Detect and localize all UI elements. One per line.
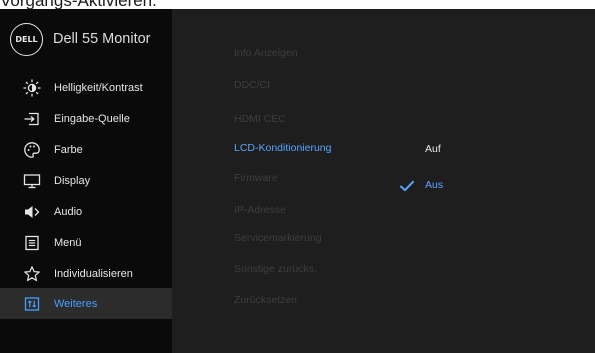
submenu-item-hdmi-cec[interactable]: HDMI CEC xyxy=(234,113,286,125)
color-palette-icon xyxy=(22,140,42,160)
sidebar-item-input-source[interactable]: Eingabe-Quelle xyxy=(0,103,172,134)
checkmark-icon xyxy=(398,177,416,195)
sidebar-item-label: Farbe xyxy=(54,143,83,156)
sidebar-item-label: Eingabe-Quelle xyxy=(54,112,130,125)
display-monitor-icon xyxy=(22,171,42,191)
star-icon xyxy=(22,264,42,284)
option-off[interactable]: Aus xyxy=(425,179,443,191)
sidebar-item-label: Individualisieren xyxy=(54,267,133,280)
sidebar-item-label: Helligkeit/Kontrast xyxy=(54,81,143,94)
sidebar-item-audio[interactable]: Audio xyxy=(0,196,172,227)
sidebar-item-label: Display xyxy=(54,174,91,187)
dell-logo: DELL xyxy=(10,22,43,56)
sidebar-item-menu[interactable]: Menü xyxy=(0,227,172,258)
sidebar-item-label: Menü xyxy=(54,236,82,249)
submenu-item-info[interactable]: Info Anzeigen xyxy=(234,47,298,59)
sidebar-item-brightness-contrast[interactable]: Helligkeit/Kontrast xyxy=(0,72,172,103)
submenu-item-lcd-conditioning[interactable]: LCD-Konditionierung xyxy=(234,142,331,154)
brand-header: DELL Dell 55 Monitor xyxy=(10,21,151,57)
menu-icon xyxy=(22,233,42,253)
sidebar: DELL Dell 55 Monitor Helligkeit/Kontrast xyxy=(0,9,172,353)
sidebar-item-display[interactable]: Display xyxy=(0,165,172,196)
submenu-item-other-reset[interactable]: Sonstige zurücks. xyxy=(234,263,317,275)
others-icon xyxy=(22,294,42,314)
input-source-icon xyxy=(22,109,42,129)
monitor-osd-menu: DELL Dell 55 Monitor Helligkeit/Kontrast xyxy=(0,9,595,353)
sidebar-item-others[interactable]: Weiteres xyxy=(0,288,172,319)
sidebar-item-label: Weiteres xyxy=(54,297,98,310)
submenu-item-service-tag[interactable]: Servicemarkierung xyxy=(234,232,322,244)
sidebar-item-label: Audio xyxy=(54,205,83,218)
submenu-item-ddc-ci[interactable]: DDC/CI xyxy=(234,79,270,91)
brightness-icon xyxy=(22,78,42,98)
submenu-item-ip-address[interactable]: IP-Adresse xyxy=(234,204,286,216)
speaker-icon xyxy=(22,202,42,222)
sidebar-item-personalize[interactable]: Individualisieren xyxy=(0,258,172,289)
sidebar-item-color[interactable]: Farbe xyxy=(0,134,172,165)
submenu-item-factory-reset[interactable]: Zurücksetzen xyxy=(234,294,297,306)
monitor-model-title: Dell 55 Monitor xyxy=(53,31,151,47)
option-on[interactable]: Auf xyxy=(425,143,441,155)
submenu-item-firmware[interactable]: Firmware xyxy=(234,172,278,184)
